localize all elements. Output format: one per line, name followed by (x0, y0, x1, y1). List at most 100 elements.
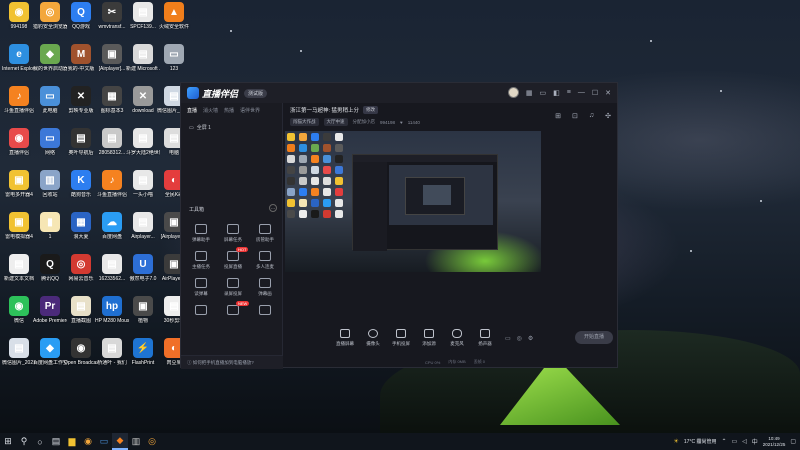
search-icon[interactable]: ⚲ (16, 433, 32, 450)
desktop-icon[interactable]: ▥ 回收站 (33, 170, 67, 198)
desktop-icon[interactable]: K 酷狗音乐 (64, 170, 98, 198)
desktop-icon[interactable]: hp HP M280 Mouse ... (95, 296, 129, 324)
skin-icon[interactable]: ◧ (553, 89, 560, 97)
desktop-icon[interactable]: ▤ 一头小喵 (126, 170, 160, 198)
settings-icon[interactable]: ✣ (605, 112, 611, 120)
camera-button[interactable]: 摄像头 (359, 329, 387, 347)
tool-item[interactable]: 多人连麦 (249, 251, 281, 270)
live-preview[interactable] (285, 131, 541, 272)
desktop-icon[interactable]: ▲ 火绒安全软件 (157, 2, 191, 30)
desktop-icon[interactable]: Q 腾讯QQ (33, 254, 67, 282)
tool-item[interactable]: 房管助手 (249, 224, 281, 243)
gift-icon[interactable]: ⊡ (572, 112, 578, 120)
tab-hot[interactable]: 热播 (224, 107, 234, 114)
close-icon[interactable]: ✕ (605, 89, 611, 97)
ime-icon[interactable]: 中 (752, 437, 758, 446)
edit-title-button[interactable]: 修改 (363, 106, 379, 114)
app-icon[interactable]: ◎ (144, 433, 160, 450)
tool-item[interactable]: 弹幕画 (249, 278, 281, 297)
desktop-icon[interactable]: ▤ 28058312... (95, 128, 129, 156)
bell-icon[interactable]: ♫ (589, 112, 594, 120)
desktop-icon[interactable]: e Internet Explorer (2, 44, 36, 72)
tool-item[interactable]: 录屏投屏 (217, 278, 249, 297)
desktop-icon[interactable]: ▣ 雷电模拟器4 (2, 212, 36, 240)
tab-firewall[interactable]: 消火墙 (203, 107, 218, 114)
desktop-icon[interactable]: ◎ 猎豹安全浏览器 (33, 2, 67, 30)
app-titlebar[interactable]: 直播伴侣 测试版 ▦ ▭ ◧ ≡ — ☐ ✕ (181, 83, 617, 103)
more-icon[interactable]: … (269, 204, 277, 212)
avatar[interactable] (507, 87, 519, 98)
tool-item[interactable]: 主播任务 (185, 251, 217, 270)
app-icon[interactable]: ▭ (96, 433, 112, 450)
eye-icon[interactable]: ◎ (517, 335, 522, 342)
desktop-icon[interactable]: ▤ 桥通叶 - 我们 (95, 338, 129, 366)
desktop-icon[interactable]: ▭ 网络 (33, 128, 67, 156)
desktop-icon[interactable]: ▤ 新建 Microsoft ... (126, 44, 160, 72)
desktop-icon[interactable]: ♪ 斗鱼直播伴侣 (2, 86, 36, 114)
desktop-icon[interactable]: ◎ 网易云音乐 (64, 254, 98, 282)
desktop-icon[interactable]: ⚡ FlashPrint (126, 338, 160, 366)
desktop-icon[interactable]: ◉ 994198 (2, 2, 36, 30)
desktop-icon[interactable]: ✂ wmvtransf... (95, 2, 129, 30)
desktop-icon[interactable]: ✕ 剪映专业版 (64, 86, 98, 114)
desktop-icon[interactable]: ☁ 百度网盘 (95, 212, 129, 240)
tool-item[interactable]: 屏幕任务 (217, 224, 249, 243)
desktop-icon[interactable]: ▤ Airplayer... (126, 212, 160, 240)
menu-icon[interactable]: ≡ (567, 89, 571, 96)
desktop-icon[interactable]: ◉ Open Broadcast... (64, 338, 98, 366)
desktop-icon[interactable]: ▤ 奥叶导航后 (64, 128, 98, 156)
desktop-icon[interactable]: ▣ [Airplayer]... (95, 44, 129, 72)
start-button[interactable]: ⊞ (0, 433, 16, 450)
file-explorer-icon[interactable]: ▆ (64, 433, 80, 450)
speaker-button[interactable]: 扬声器 (471, 329, 499, 347)
desktop-icon[interactable]: ◉ 微信 (2, 296, 36, 324)
tab-live[interactable]: 直播 (187, 107, 197, 114)
desktop-icon[interactable]: M 我的-中文版 (64, 44, 98, 72)
desktop-icon[interactable]: U 傲然电子7.0 (126, 254, 160, 282)
desktop-icon[interactable]: ▤ 新建文本文档 (2, 254, 36, 282)
category-tag[interactable]: 闯猫大作战 (290, 118, 319, 126)
widgets-icon[interactable]: ▤ (48, 433, 64, 450)
desktop-icon[interactable]: ◆ 我的世界启动器 (33, 44, 67, 72)
notification-icon[interactable]: ▢ (790, 438, 796, 445)
task-view-icon[interactable]: ○ (32, 433, 48, 450)
quality-tag[interactable]: 大厅中速 (323, 118, 348, 126)
screen-capture-button[interactable]: 直播屏幕 (331, 329, 359, 347)
tool-item[interactable] (185, 305, 217, 318)
desktop-icon[interactable]: ▤ 微信图片_2021091... (2, 338, 36, 366)
weather-text[interactable]: 17°C 霾尚管用 (684, 438, 717, 445)
share-icon[interactable]: ⊞ (555, 112, 561, 120)
desktop-icon[interactable]: ▭ 123 (157, 44, 191, 72)
microphone-button[interactable]: 麦克风 (443, 329, 471, 347)
clock[interactable]: 10:49 2021/12/25 (763, 436, 786, 448)
minimize-icon[interactable]: — (578, 89, 585, 96)
desktop-icon[interactable]: ▮ 1 (33, 212, 67, 240)
desktop-icon[interactable]: ▭ 此电脑 (33, 86, 67, 114)
desktop-icon[interactable]: ▦ 图标基本3 (95, 86, 129, 114)
network-icon[interactable]: ▭ (731, 438, 737, 445)
desktop-icon[interactable]: ▤ 16233562... (95, 254, 129, 282)
tab-world[interactable]: 语伴世界 (240, 107, 260, 114)
desktop-icon[interactable]: ◉ 直播伴侣 (2, 128, 36, 156)
live-app-taskbar-icon[interactable]: ◆ (112, 433, 128, 450)
desktop-icon[interactable]: Q QQ游戏 (64, 2, 98, 30)
browser-icon[interactable]: ◉ (80, 433, 96, 450)
desktop-icon[interactable]: ▤ SPCF139... (126, 2, 160, 30)
maximize-icon[interactable]: ☐ (592, 89, 598, 97)
volume-icon[interactable]: ◁ (742, 438, 747, 445)
tool-item[interactable]: 弹幕助手 (185, 224, 217, 243)
app-icon[interactable]: ▥ (128, 433, 144, 450)
add-source-button[interactable]: 添加源 (415, 329, 443, 347)
tool-item[interactable]: NEW (217, 301, 250, 318)
record-icon[interactable]: ▭ (505, 335, 511, 342)
scene-item[interactable]: ▭ 全屏 1 (181, 118, 282, 137)
tool-item[interactable] (249, 305, 281, 318)
desktop-icon[interactable]: ♪ 斗鱼直播伴侣 (95, 170, 129, 198)
desktop-icon[interactable]: ▦ 浪大夏 (64, 212, 98, 240)
desktop-icon[interactable]: ▣ 植物 (126, 296, 160, 324)
tool-item[interactable]: 投屏直播 HOT (217, 247, 249, 270)
grid-icon[interactable]: ▦ (526, 89, 533, 97)
tool-item[interactable]: 读弹幕 (185, 278, 217, 297)
desktop-icon[interactable]: ✕ download (126, 86, 160, 114)
help-link[interactable]: ⓘ 如何把手机直播加到电脑播放? (181, 355, 283, 369)
